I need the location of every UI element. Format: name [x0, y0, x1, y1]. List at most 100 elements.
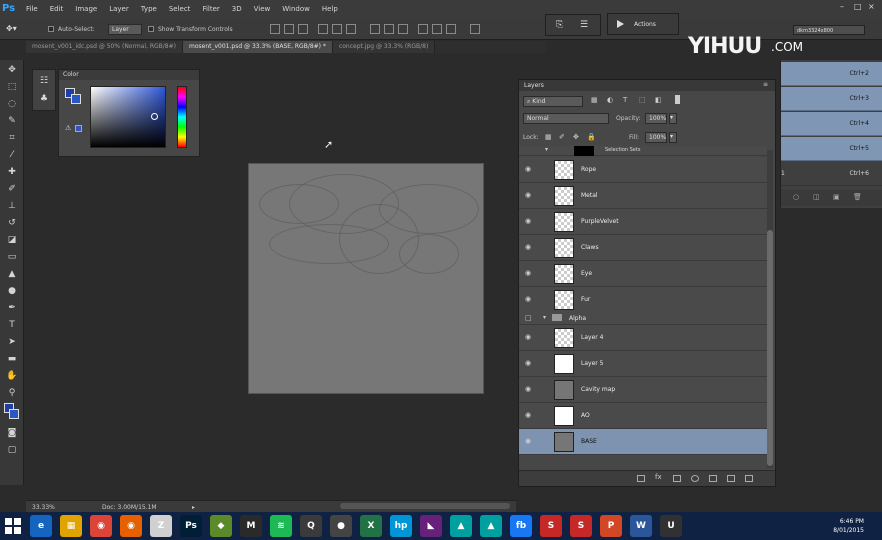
- fb-icon[interactable]: fb: [510, 515, 532, 537]
- link-layers-icon[interactable]: [637, 475, 645, 482]
- history-brush-tool-icon[interactable]: ↺: [4, 216, 20, 230]
- distribute-top-icon[interactable]: [370, 24, 380, 34]
- distribute-right-icon[interactable]: [446, 24, 456, 34]
- eyedropper-tool-icon[interactable]: ⁄: [4, 148, 20, 162]
- app4-icon[interactable]: S: [570, 515, 592, 537]
- history-row[interactable]: Ctrl+4: [781, 112, 882, 136]
- firefox-icon[interactable]: ◉: [120, 515, 142, 537]
- new-group-icon[interactable]: [709, 475, 717, 482]
- panel-menu-icon[interactable]: ≡: [763, 81, 768, 88]
- path-select-tool-icon[interactable]: ➤: [4, 335, 20, 349]
- adjustment-layer-icon[interactable]: [691, 475, 699, 482]
- layer-row[interactable]: ◉ PurpleVelvet: [519, 209, 767, 235]
- menu-view[interactable]: View: [248, 0, 277, 18]
- quicktime-icon[interactable]: Q: [300, 515, 322, 537]
- dodge-tool-icon[interactable]: ●: [4, 284, 20, 298]
- menu-edit[interactable]: Edit: [44, 0, 70, 18]
- delete-layer-icon[interactable]: [745, 475, 753, 482]
- document-tab[interactable]: concept.jpg @ 33.3% (RGB/8): [332, 41, 436, 53]
- group-expand-icon[interactable]: ▾: [543, 314, 546, 321]
- eraser-tool-icon[interactable]: ◪: [4, 233, 20, 247]
- fill-input[interactable]: 100%: [645, 132, 667, 143]
- show-transform-checkbox[interactable]: [148, 26, 154, 32]
- gradient-tool-icon[interactable]: ▭: [4, 250, 20, 264]
- hand-tool-icon[interactable]: ✋: [4, 369, 20, 383]
- menu-3d[interactable]: 3D: [226, 0, 248, 18]
- brush-tool-icon[interactable]: ✐: [4, 182, 20, 196]
- visibility-eye-icon[interactable]: □: [525, 315, 534, 322]
- visibility-eye-icon[interactable]: ◉: [525, 192, 534, 199]
- healing-tool-icon[interactable]: ✚: [4, 165, 20, 179]
- obs-icon[interactable]: ●: [330, 515, 352, 537]
- menu-filter[interactable]: Filter: [196, 0, 225, 18]
- history-row[interactable]: Ctrl+2: [781, 62, 882, 86]
- layers-scrollbar[interactable]: [767, 150, 773, 468]
- lock-all-icon[interactable]: 🔒: [587, 133, 596, 141]
- substance-icon[interactable]: ◆: [210, 515, 232, 537]
- history-snapshot-icon[interactable]: ○: [793, 193, 799, 201]
- quick-select-tool-icon[interactable]: ✎: [4, 114, 20, 128]
- maximize-button[interactable]: □: [854, 2, 862, 11]
- stamp-tool-icon[interactable]: ⊥: [4, 199, 20, 213]
- blend-mode-dropdown[interactable]: Normal: [523, 113, 609, 124]
- visibility-eye-icon[interactable]: ◉: [525, 412, 534, 419]
- blur-tool-icon[interactable]: ▲: [4, 267, 20, 281]
- pen-tool-icon[interactable]: ✒: [4, 301, 20, 315]
- lock-image-icon[interactable]: ✐: [559, 133, 565, 141]
- layer-row-partial[interactable]: ▾ Selection Sets: [519, 146, 767, 156]
- 3dsmax-icon[interactable]: M: [240, 515, 262, 537]
- filter-toggle[interactable]: [675, 95, 680, 104]
- menu-file[interactable]: File: [20, 0, 44, 18]
- opacity-slider-button[interactable]: ▾: [669, 113, 677, 124]
- align-top-icon[interactable]: [270, 24, 280, 34]
- status-menu-arrow-icon[interactable]: ▸: [192, 504, 195, 511]
- menu-type[interactable]: Type: [135, 0, 163, 18]
- properties-panel-icon[interactable]: ☰: [580, 20, 588, 30]
- color-spectrum-field[interactable]: [90, 86, 166, 148]
- layer-row[interactable]: ◉ Metal: [519, 183, 767, 209]
- word-icon[interactable]: W: [630, 515, 652, 537]
- filter-pixel-icon[interactable]: ▦: [591, 96, 598, 104]
- layer-row[interactable]: ◉ Layer 4: [519, 325, 767, 351]
- history-delete-icon[interactable]: 🗑: [853, 193, 862, 201]
- clone-source-icon[interactable]: ♣: [40, 94, 48, 104]
- unreal-icon[interactable]: U: [660, 515, 682, 537]
- auto-align-icon[interactable]: [470, 24, 480, 34]
- screen-mode-icon[interactable]: ▢: [4, 443, 20, 457]
- auto-select-checkbox[interactable]: [48, 26, 54, 32]
- layer-row[interactable]: ◉ BASE: [519, 429, 767, 455]
- powerpoint-icon[interactable]: P: [600, 515, 622, 537]
- layer-style-icon[interactable]: fx: [655, 473, 662, 481]
- history-row[interactable]: Ctrl+3: [781, 87, 882, 111]
- vs-icon[interactable]: ◣: [420, 515, 442, 537]
- layer-group-row[interactable]: □ ▾ Alpha: [519, 311, 767, 325]
- chrome-icon[interactable]: ◉: [90, 515, 112, 537]
- lasso-tool-icon[interactable]: ◌: [4, 97, 20, 111]
- layer-row[interactable]: ◉ Fur: [519, 287, 767, 313]
- quick-mask-icon[interactable]: ◙: [4, 426, 20, 440]
- fill-slider-button[interactable]: ▾: [669, 132, 677, 143]
- align-center-icon[interactable]: [332, 24, 342, 34]
- hp-icon[interactable]: hp: [390, 515, 412, 537]
- color-picker-cursor[interactable]: [151, 113, 158, 120]
- zoom-tool-icon[interactable]: ⚲: [4, 386, 20, 400]
- move-tool-icon[interactable]: ✥: [4, 63, 20, 77]
- auto-select-dropdown[interactable]: Layer: [108, 24, 142, 35]
- app-icon[interactable]: ▲: [450, 515, 472, 537]
- opacity-input[interactable]: 100%: [645, 113, 667, 124]
- app3-icon[interactable]: S: [540, 515, 562, 537]
- color-background-swatch[interactable]: [71, 94, 81, 104]
- align-left-icon[interactable]: [318, 24, 328, 34]
- layer-row[interactable]: ◉ Cavity map: [519, 377, 767, 403]
- type-tool-icon[interactable]: T: [4, 318, 20, 332]
- close-button[interactable]: ×: [868, 2, 875, 11]
- menu-layer[interactable]: Layer: [103, 0, 135, 18]
- visibility-eye-icon[interactable]: ◉: [525, 296, 534, 303]
- web-safe-color-icon[interactable]: [75, 125, 82, 132]
- workspace-switcher[interactable]: dkm3324x800: [793, 25, 865, 35]
- ie-icon[interactable]: e: [30, 515, 52, 537]
- layer-row[interactable]: ◉ Rope: [519, 157, 767, 183]
- layers-scroll-thumb[interactable]: [767, 230, 773, 466]
- brush-presets-icon[interactable]: ☷: [40, 76, 48, 86]
- crop-tool-icon[interactable]: ⌗: [4, 131, 20, 145]
